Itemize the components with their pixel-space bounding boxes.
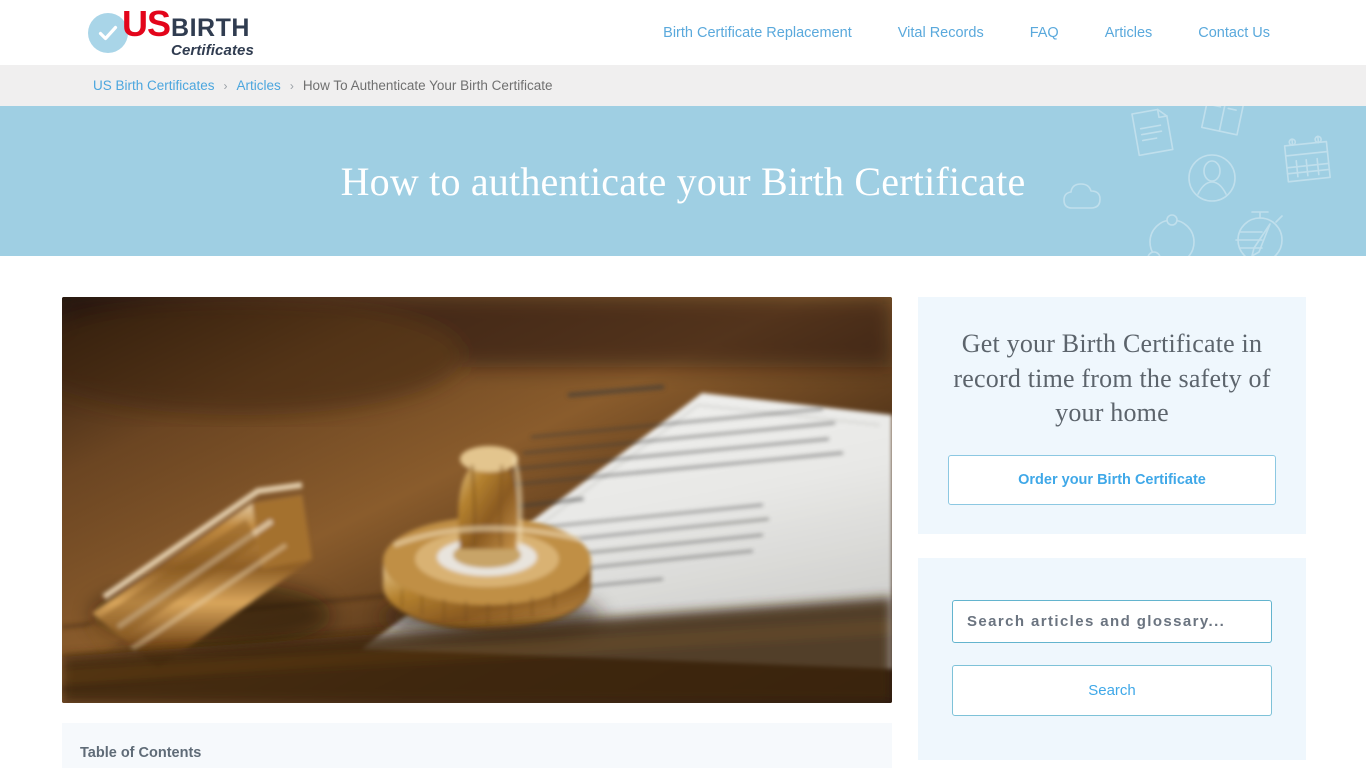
- order-birth-certificate-button[interactable]: Order your Birth Certificate: [948, 454, 1276, 505]
- breadcrumb-item-articles[interactable]: Articles: [237, 78, 281, 93]
- article-featured-image: [62, 297, 892, 703]
- main-navigation: Birth Certificate Replacement Vital Reco…: [663, 0, 1270, 65]
- breadcrumb-item-current: How To Authenticate Your Birth Certifica…: [302, 78, 553, 93]
- search-button[interactable]: Search: [952, 665, 1272, 716]
- article-column: Table of Contents: [62, 297, 892, 768]
- hero-decorative-icons: [1063, 106, 1331, 256]
- breadcrumb-item-home[interactable]: US Birth Certificates: [93, 78, 215, 93]
- nav-item-articles[interactable]: Articles: [1105, 25, 1153, 41]
- site-header: US BIRTH Certificates Birth Certificate …: [0, 0, 1366, 65]
- nav-item-contact-us[interactable]: Contact Us: [1198, 25, 1270, 41]
- nav-item-birth-certificate-replacement[interactable]: Birth Certificate Replacement: [663, 25, 852, 41]
- table-of-contents-title: Table of Contents: [80, 745, 202, 761]
- site-logo[interactable]: US BIRTH Certificates: [88, 5, 254, 58]
- hero-banner: How to authenticate your Birth Certifica…: [0, 106, 1366, 256]
- sidebar-cta-heading: Get your Birth Certificate in record tim…: [953, 329, 1271, 428]
- logo-text-birth: BIRTH: [171, 13, 250, 42]
- nav-item-vital-records[interactable]: Vital Records: [898, 25, 984, 41]
- breadcrumb-separator-icon: ›: [289, 78, 294, 93]
- logo-text-certificates: Certificates: [171, 41, 254, 59]
- nav-item-faq[interactable]: FAQ: [1030, 25, 1059, 41]
- breadcrumb: US Birth Certificates › Articles › How T…: [0, 65, 1366, 106]
- table-of-contents: Table of Contents: [62, 723, 892, 768]
- sidebar-search-card: Search: [918, 558, 1306, 760]
- search-input[interactable]: [952, 600, 1272, 643]
- breadcrumb-separator-icon: ›: [223, 78, 228, 93]
- page-title: How to authenticate your Birth Certifica…: [340, 158, 1026, 204]
- sidebar: Get your Birth Certificate in record tim…: [918, 297, 1306, 768]
- logo-text-us: US: [122, 2, 171, 44]
- content-area: Table of Contents Get your Birth Certifi…: [0, 297, 1366, 768]
- sidebar-cta-card: Get your Birth Certificate in record tim…: [918, 297, 1306, 534]
